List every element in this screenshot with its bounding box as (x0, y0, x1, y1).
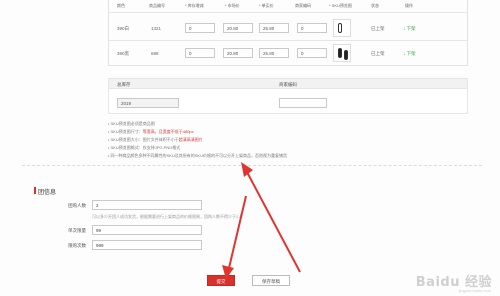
row-status: 已上架 (371, 51, 385, 56)
delist-link[interactable]: ↓ 下架 (403, 26, 416, 32)
merchant-code-input[interactable]: 0 (297, 48, 327, 58)
purchase-limit-label: 限购次数 (68, 243, 86, 248)
row-status: 已上架 (371, 26, 385, 31)
unit-price-input[interactable]: 25.80 (259, 48, 289, 58)
sku-table: 颜色 商品编号 * 库存增减 * 市场价 * 单买价 商家编码 * SKU预览图… (108, 0, 468, 66)
row-product-code: 698 (151, 51, 159, 56)
section-divider (22, 165, 482, 166)
section-marker (34, 187, 36, 194)
group-size-label: 团购人数 (68, 203, 86, 208)
group-size-hint: 可以多少开团人成功发货，根据需要进行上架商品的价格限制，团购人数不得少于2人 (92, 214, 243, 219)
submit-button[interactable]: 提交 (207, 275, 235, 286)
watermark-url: jingyan.baidu.com (458, 288, 491, 293)
th-sku-image: * SKU预览图 (329, 3, 352, 8)
th-action: 操作 (405, 3, 413, 8)
stock-input[interactable]: 0 (185, 23, 215, 33)
stock-input[interactable]: 0 (185, 48, 215, 58)
earphone-image (338, 48, 342, 58)
th-status: 状态 (371, 3, 379, 8)
section-title: 团信息 (38, 190, 57, 196)
delist-label: 下架 (406, 26, 416, 31)
header-divider (109, 12, 467, 13)
market-price-input[interactable]: 20.80 (223, 48, 253, 58)
single-limit-label: 单次限量 (68, 228, 86, 233)
earphone-image (338, 23, 342, 33)
sku-image-thumbnail[interactable] (333, 44, 351, 62)
image-requirements-notes: • SKU预览图必须是商品图 • SKU预览图尺寸：等宽高，且宽度不低于480p… (108, 120, 468, 160)
th-color: 颜色 (117, 3, 125, 8)
note-item: • SKU预览图大小：图片文件体积不小于超清高清图片 (108, 137, 203, 142)
th-stock: * 库存增减 (185, 3, 204, 8)
stock-summary: 总库存 商家编码 2019 (108, 78, 468, 114)
th-market-price: * 市场价 (225, 3, 240, 8)
single-limit-input[interactable]: 99 (92, 225, 202, 235)
delist-label: 下架 (406, 51, 416, 56)
market-price-input[interactable]: 20.80 (223, 23, 253, 33)
arrow-to-notes (241, 162, 301, 273)
note-item: • 同一种商品颜色多种不同属性的SKU及其所有的SKU价格的不可以分开上架商品，… (108, 153, 287, 158)
earphone-image (344, 50, 348, 60)
row-product-code: 1321 (151, 26, 162, 31)
sku-image-thumbnail[interactable] (333, 19, 351, 37)
th-unit-price: * 单买价 (259, 3, 274, 8)
th-merchant-code: 商家编码 (295, 3, 311, 8)
merchant-code-input[interactable]: 0 (297, 23, 327, 33)
merchant-code-label: 商家编码 (279, 82, 297, 87)
note-item: • SKU预览图尺寸：等宽高，且宽度不低于480px (108, 129, 194, 134)
total-stock-label: 总库存 (117, 82, 131, 87)
delist-link[interactable]: ↓ 下架 (403, 51, 416, 57)
merchant-code-input[interactable] (279, 98, 327, 108)
row-color: 390黑 (117, 51, 130, 56)
arrow-to-submit (222, 195, 247, 279)
note-item: • SKU预览图必须是商品图 (108, 121, 155, 126)
total-stock-field: 2019 (117, 98, 179, 108)
note-item: • SKU预览图格式：仅支持JPG,PNG格式 (108, 145, 181, 150)
purchase-limit-input[interactable]: 999 (92, 240, 202, 250)
row-color: 390白 (117, 26, 130, 31)
th-product-code: 商品编号 (149, 3, 165, 8)
group-size-input[interactable]: 2 (92, 200, 202, 210)
unit-price-input[interactable]: 25.80 (259, 23, 289, 33)
row-divider (109, 40, 467, 41)
save-draft-button[interactable]: 保存草稿 (252, 275, 290, 286)
